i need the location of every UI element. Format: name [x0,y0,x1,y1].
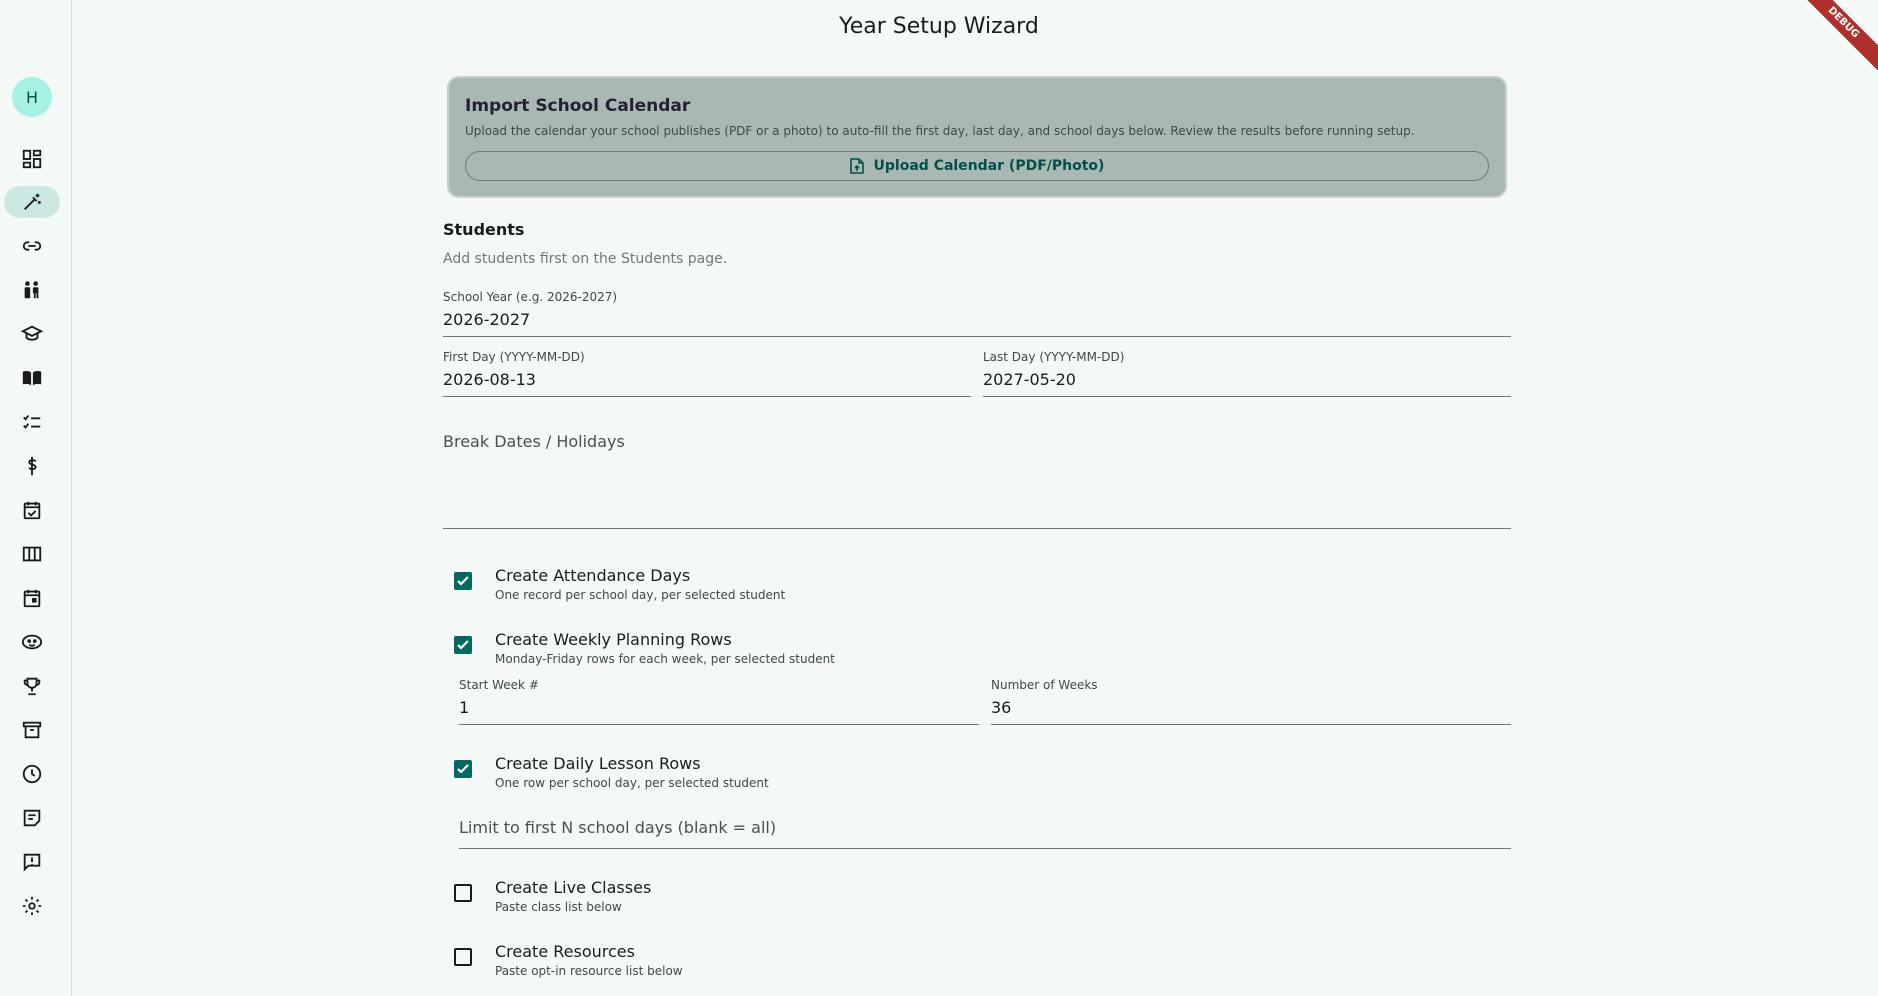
last-day-label: Last Day (YYYY-MM-DD) [983,350,1125,364]
last-day-value: 2027-05-20 [983,370,1076,389]
trophy-icon[interactable] [4,670,60,702]
students-hint: Add students first on the Students page. [443,251,728,267]
dashboard-icon[interactable] [4,143,60,175]
debug-banner: DEBUG [1783,0,1878,83]
break-dates-field[interactable]: Break Dates / Holidays [443,432,1511,529]
import-calendar-title: Import School Calendar [465,96,691,116]
break-dates-placeholder: Break Dates / Holidays [443,432,625,451]
weekly-label: Create Weekly Planning Rows [495,630,732,649]
file-upload-icon [849,158,864,174]
first-day-value: 2026-08-13 [443,370,536,389]
number-of-weeks-value: 36 [991,698,1012,717]
daily-checkbox[interactable] [454,760,472,778]
last-day-field[interactable]: Last Day (YYYY-MM-DD) 2027-05-20 [983,350,1511,397]
start-week-value: 1 [459,698,470,717]
first-day-label: First Day (YYYY-MM-DD) [443,350,585,364]
link-icon[interactable] [4,230,60,262]
first-day-field[interactable]: First Day (YYYY-MM-DD) 2026-08-13 [443,350,971,397]
graduation-cap-icon[interactable] [4,318,60,350]
resources-checkbox[interactable] [454,948,472,966]
attendance-sub: One record per school day, per selected … [495,588,786,602]
magic-wand-icon[interactable] [4,186,60,218]
note-icon[interactable] [4,802,60,834]
school-year-label: School Year (e.g. 2026-2027) [443,290,618,304]
daily-label: Create Daily Lesson Rows [495,754,701,773]
view-week-icon[interactable] [4,538,60,570]
calendar-check-icon[interactable] [4,494,60,526]
clock-icon[interactable] [4,758,60,790]
start-week-label: Start Week # [459,678,539,692]
dollar-icon[interactable] [4,450,60,482]
import-calendar-description: Upload the calendar your school publishe… [465,124,1415,138]
start-week-field[interactable]: Start Week # 1 [459,678,979,725]
upload-calendar-label: Upload Calendar (PDF/Photo) [873,158,1105,174]
live-classes-label: Create Live Classes [495,878,652,897]
daily-sub: One row per school day, per selected stu… [495,776,769,790]
live-classes-sub: Paste class list below [495,900,622,914]
students-heading: Students [443,220,525,239]
upload-calendar-button[interactable]: Upload Calendar (PDF/Photo) [465,151,1489,181]
school-year-field[interactable]: School Year (e.g. 2026-2027) 2026-2027 [443,290,1511,337]
number-of-weeks-label: Number of Weeks [991,678,1098,692]
checklist-icon[interactable] [4,406,60,438]
school-year-value: 2026-2027 [443,310,531,329]
archive-icon[interactable] [4,714,60,746]
feedback-icon[interactable] [4,846,60,878]
number-of-weeks-field[interactable]: Number of Weeks 36 [991,678,1511,725]
face-icon[interactable] [4,626,60,658]
calendar-icon[interactable] [4,582,60,614]
limit-days-field[interactable]: Limit to first N school days (blank = al… [459,816,1511,849]
attendance-checkbox[interactable] [454,572,472,590]
book-icon[interactable] [4,362,60,394]
resources-sub: Paste opt-in resource list below [495,964,683,978]
page-title: Year Setup Wizard [839,14,1039,39]
avatar[interactable]: H [12,77,52,117]
live-classes-checkbox[interactable] [454,884,472,902]
import-calendar-card: Import School Calendar Upload the calend… [447,76,1507,198]
navigation-rail: H [0,0,72,996]
attendance-label: Create Attendance Days [495,566,691,585]
weekly-checkbox[interactable] [454,636,472,654]
resources-label: Create Resources [495,942,635,961]
weekly-sub: Monday-Friday rows for each week, per se… [495,652,835,666]
settings-icon[interactable] [4,890,60,922]
family-icon[interactable] [4,274,60,306]
limit-days-placeholder: Limit to first N school days (blank = al… [459,818,777,837]
